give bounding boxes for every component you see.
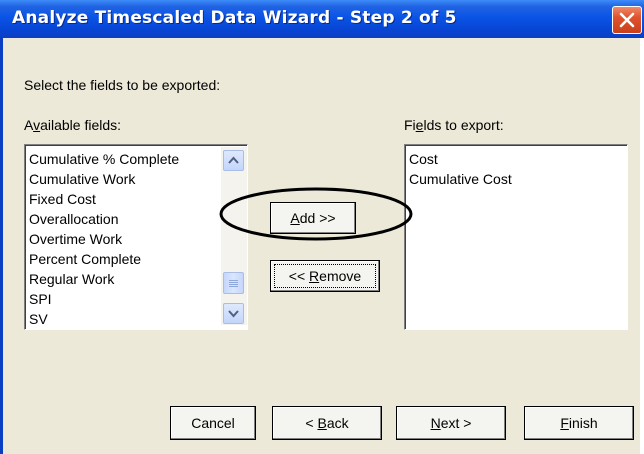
list-item[interactable]: SV bbox=[29, 309, 179, 329]
highlight-ellipse bbox=[219, 187, 413, 241]
next-button[interactable]: Next > bbox=[396, 406, 506, 440]
back-button[interactable]: < Back bbox=[272, 406, 382, 440]
window-title: Analyze Timescaled Data Wizard - Step 2 … bbox=[12, 8, 457, 28]
scroll-up-button[interactable] bbox=[223, 150, 244, 171]
list-item[interactable]: Cumulative Cost bbox=[409, 169, 512, 189]
title-bar[interactable]: Analyze Timescaled Data Wizard - Step 2 … bbox=[0, 0, 644, 38]
available-fields-label: Available fields: bbox=[24, 117, 122, 133]
list-item[interactable]: Overallocation bbox=[29, 209, 179, 229]
fields-to-export-list[interactable]: Cost Cumulative Cost bbox=[404, 144, 628, 330]
close-button[interactable] bbox=[612, 6, 642, 34]
remove-button[interactable]: << Remove bbox=[270, 260, 380, 292]
scroll-thumb[interactable] bbox=[223, 272, 244, 294]
cancel-button[interactable]: Cancel bbox=[170, 406, 256, 440]
arrow-up-icon bbox=[228, 156, 239, 164]
list-item[interactable]: Cumulative % Complete bbox=[29, 149, 179, 169]
list-item[interactable]: Overtime Work bbox=[29, 229, 179, 249]
list-item[interactable]: Cumulative Work bbox=[29, 169, 179, 189]
wizard-dialog: Analyze Timescaled Data Wizard - Step 2 … bbox=[0, 0, 644, 454]
fields-to-export-label: Fields to export: bbox=[404, 117, 504, 133]
finish-button[interactable]: Finish bbox=[524, 406, 634, 440]
window-border-left bbox=[0, 38, 3, 454]
list-item[interactable]: SPI bbox=[29, 289, 179, 309]
window-border-right bbox=[640, 38, 644, 454]
list-item[interactable]: Cost bbox=[409, 149, 512, 169]
list-item[interactable]: Fixed Cost bbox=[29, 189, 179, 209]
instructions-text: Select the fields to be exported: bbox=[24, 77, 221, 93]
arrow-down-icon bbox=[228, 310, 239, 318]
close-x-icon bbox=[619, 12, 635, 28]
list-item[interactable]: Percent Complete bbox=[29, 249, 179, 269]
scroll-down-button[interactable] bbox=[223, 303, 244, 324]
available-fields-list[interactable]: Cumulative % Complete Cumulative Work Fixe… bbox=[24, 144, 248, 330]
list-item[interactable]: Regular Work bbox=[29, 269, 179, 289]
